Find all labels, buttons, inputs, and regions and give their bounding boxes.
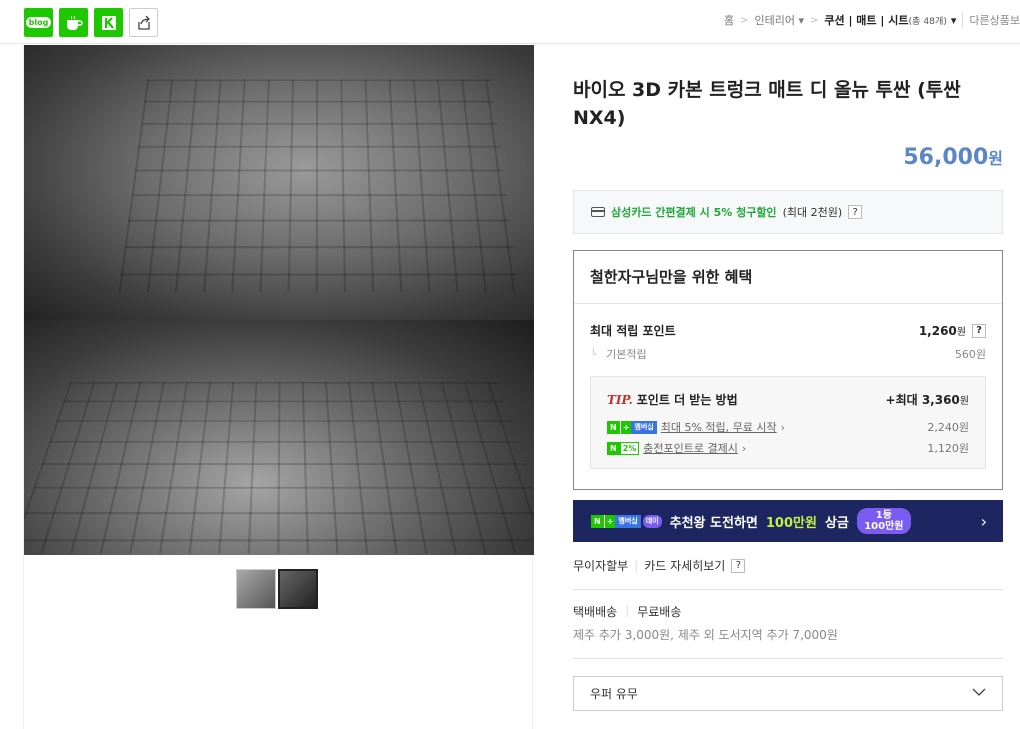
breadcrumb: 홈 > 인테리어 ▾ > 쿠션 | 매트 | 시트(총 48개) ▾ 다른상품보: [724, 12, 1020, 28]
trunk-mat-photo-bottom: [24, 320, 534, 555]
breadcrumb-separator-icon: >: [740, 14, 749, 26]
shipping-extra: 제주 추가 3,000원, 제주 외 도서지역 추가 7,000원: [573, 628, 838, 642]
tip-total-unit: 원: [959, 396, 969, 407]
tip-header: TIP. 포인트 더 받는 방법 +최대 3,360원: [607, 391, 969, 408]
shipping-type: 택배배송: [573, 605, 618, 619]
prize-pill: 1등 100만원: [856, 508, 911, 534]
charge-points-link[interactable]: 충전포인트로 결제시: [643, 440, 738, 456]
breadcrumb-home[interactable]: 홈: [724, 12, 734, 28]
card-detail-link[interactable]: 카드 자세히보기: [644, 557, 725, 574]
option-label: 우퍼 유무: [590, 687, 638, 701]
breadcrumb-interior-label: 인테리어: [754, 14, 795, 27]
base-points-value: 560원: [954, 348, 986, 361]
max-points-label: 최대 적립 포인트: [590, 324, 676, 338]
tip-box: TIP. 포인트 더 받는 방법 +최대 3,360원 N + 멤버십 최대 5% 적…: [590, 376, 986, 469]
breadcrumb-current-label: 쿠션 | 매트 | 시트: [824, 14, 909, 27]
caret-down-icon: ▾: [798, 14, 804, 27]
thumbnail-2[interactable]: [278, 569, 318, 609]
credit-card-icon: [591, 207, 605, 217]
max-points-value: 1,260: [918, 324, 957, 338]
chevron-right-icon: ›: [780, 420, 786, 434]
installment-label: 무이자할부: [573, 559, 629, 573]
max-points-unit: 원: [956, 327, 966, 338]
banner-highlight: 100만원: [765, 515, 817, 531]
max-points-row: 최대 적립 포인트 1,260원?: [590, 322, 986, 339]
breadcrumb-interior[interactable]: 인테리어 ▾: [754, 12, 804, 28]
price-value: 56,000: [903, 145, 989, 170]
share-icon[interactable]: [129, 8, 158, 37]
benefit-title: 철한자구님만을 위한 혜택: [590, 268, 753, 286]
membership-day-badge: N + 멤버십 데이: [591, 514, 662, 528]
shipping-row: 택배배송 | 무료배송: [573, 603, 682, 619]
caret-down-icon: ▾: [950, 14, 957, 27]
tip-row-charge: N 2% 충전포인트로 결제시 › 1,120원: [607, 440, 969, 456]
naver-blog-icon[interactable]: blog: [24, 8, 53, 37]
chevron-right-icon: ›: [741, 441, 747, 455]
woofer-option-select[interactable]: 우퍼 유무: [573, 676, 1003, 711]
breadcrumb-other-products[interactable]: 다른상품보: [962, 12, 1020, 28]
installment-row: 무이자할부 | 카드 자세히보기 ?: [573, 557, 746, 574]
thumbnail-list: [236, 569, 318, 609]
product-price: 56,000원: [903, 145, 1003, 170]
recommend-event-banner[interactable]: N + 멤버십 데이 추천왕 도전하면 100만원 상금 1등 100만원 ›: [573, 500, 1003, 542]
blog-icon-label: blog: [25, 17, 52, 28]
tip-word: TIP.: [607, 393, 633, 407]
membership-link[interactable]: 최대 5% 적립, 무료 시작: [661, 419, 777, 435]
card-promo-highlight: 삼성카드 간편결제 시 5% 청구할인: [611, 206, 777, 219]
breadcrumb-current[interactable]: 쿠션 | 매트 | 시트(총 48개) ▾: [824, 12, 956, 28]
shipping-fee: 무료배송: [637, 605, 682, 619]
chevron-right-icon: ›: [980, 512, 987, 531]
banner-text-b: 상금: [824, 515, 849, 531]
thumbnail-1[interactable]: [236, 569, 276, 609]
benefit-box: 철한자구님만을 위한 혜택 최대 적립 포인트 1,260원? 기본적립 560…: [573, 250, 1003, 490]
product-title: 바이오 3D 카본 트렁크 매트 디 올뉴 투싼 (투싼NX4): [573, 79, 961, 129]
breadcrumb-separator-icon: >: [809, 14, 819, 26]
banner-text-a: 추천왕 도전하면: [669, 515, 758, 531]
tip-label: 포인트 더 받는 방법: [636, 393, 738, 407]
base-points-label: 기본적립: [590, 346, 646, 362]
share-icons: blog: [24, 8, 158, 37]
kakao-story-icon[interactable]: [94, 8, 123, 37]
naver-cafe-icon[interactable]: [59, 8, 88, 37]
tip-total: +최대 3,360: [885, 393, 960, 407]
help-icon[interactable]: ?: [972, 323, 986, 338]
card-discount-promo: 삼성카드 간편결제 시 5% 청구할인 (최대 2천원) ?: [573, 190, 1003, 234]
help-icon[interactable]: ?: [731, 558, 746, 573]
base-points-row: 기본적립 560원: [590, 346, 986, 362]
chevron-down-icon: [972, 688, 986, 696]
naver-pay-2pct-badge: N 2%: [607, 441, 640, 455]
breadcrumb-count: (총 48개): [908, 16, 948, 27]
card-promo-detail: (최대 2천원): [782, 206, 843, 219]
naver-plus-membership-badge: N + 멤버십: [607, 420, 657, 434]
help-icon[interactable]: ?: [848, 205, 863, 219]
product-gallery: [23, 45, 534, 729]
charge-points: 1,120원: [927, 442, 969, 455]
price-unit: 원: [988, 149, 1003, 168]
trunk-mat-photo-top: [24, 45, 534, 320]
main-product-image[interactable]: [24, 45, 534, 555]
membership-points: 2,240원: [927, 421, 969, 434]
tip-row-membership: N + 멤버십 최대 5% 적립, 무료 시작 › 2,240원: [607, 419, 969, 435]
top-bar: blog 홈 > 인테리어 ▾ > 쿠션 | 매트 | 시트(총 48개) ▾ …: [0, 0, 1020, 44]
